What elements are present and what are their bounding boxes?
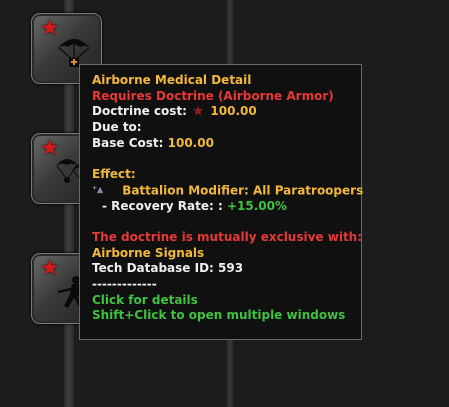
requires-doctrine: Requires Doctrine (Airborne Armor) xyxy=(92,88,334,103)
exclusive-label: The doctrine is mutually exclusive with: xyxy=(92,229,363,244)
tooltip-title: Airborne Medical Detail xyxy=(92,73,252,87)
base-cost-label: Base Cost: xyxy=(92,135,164,150)
click-details-hint: Click for details xyxy=(92,292,198,307)
recovery-rate-row: - Recovery Rate: : +15.00% xyxy=(92,199,361,215)
battalion-modifier-label: Battalion Modifier: All Paratroopers xyxy=(122,183,364,198)
base-cost-value: 100.00 xyxy=(167,135,214,150)
base-cost-row: Base Cost: 100.00 xyxy=(92,136,361,152)
exclusive-item: Airborne Signals xyxy=(92,245,205,260)
doctrine-tooltip: Airborne Medical Detail Requires Doctrin… xyxy=(79,64,364,340)
separator: ------------- xyxy=(92,276,157,291)
recovery-rate-value: +15.00% xyxy=(226,198,287,213)
doctrine-cost-label: Doctrine cost: xyxy=(92,104,187,119)
due-to-label: Due to: xyxy=(92,120,142,135)
battalion-modifier-icon: ⁺⩓ xyxy=(92,184,103,196)
doctrine-cost-row: Doctrine cost: ✯ 100.00 xyxy=(92,104,361,120)
effect-label: Effect: xyxy=(92,167,136,182)
modifier-row: ⁺⩓ Battalion Modifier: All Paratroopers xyxy=(92,183,364,199)
doctrine-cost-value: 100.00 xyxy=(210,104,257,119)
doctrine-star-icon: ✯ xyxy=(193,104,204,119)
tech-database-id: Tech Database ID: 593 xyxy=(92,261,244,276)
recovery-rate-label: - Recovery Rate: : xyxy=(102,198,223,213)
shift-click-hint: Shift+Click to open multiple windows xyxy=(92,308,346,323)
